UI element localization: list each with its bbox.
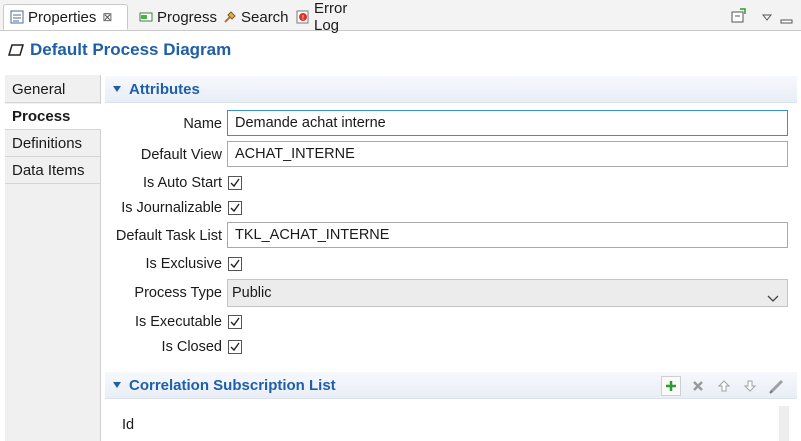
tab-search[interactable]: Search <box>217 4 289 30</box>
move-up-icon[interactable] <box>714 376 734 396</box>
vertical-scrollbar[interactable] <box>779 406 789 441</box>
section-title: Correlation Subscription List <box>129 376 336 394</box>
name-field[interactable]: Demande achat interne <box>227 110 788 136</box>
minimize-icon[interactable] <box>780 12 794 24</box>
is-journalizable-label: Is Journalizable <box>121 200 222 216</box>
checkmark-icon <box>230 259 240 269</box>
page-title: Default Process Diagram <box>8 38 231 62</box>
default-view-label: Default View <box>140 147 222 163</box>
view-menu-icon[interactable] <box>761 9 773 21</box>
is-executable-label: Is Executable <box>134 314 222 330</box>
add-icon[interactable] <box>661 376 681 396</box>
search-icon <box>223 10 237 24</box>
collapse-icon <box>113 86 121 92</box>
default-task-list-field[interactable]: TKL_ACHAT_INTERNE <box>227 222 788 248</box>
name-label: Name <box>183 116 222 132</box>
svg-text:!: ! <box>302 15 304 22</box>
process-type-label: Process Type <box>134 285 222 301</box>
tab-label: Search <box>241 8 289 26</box>
chevron-down-icon <box>767 287 779 313</box>
collapse-icon <box>113 382 121 388</box>
title-text: Default Process Diagram <box>30 40 232 59</box>
nav-item-general[interactable]: General <box>5 77 100 103</box>
checkmark-icon <box>230 203 240 213</box>
column-header-id: Id <box>122 417 135 433</box>
is-closed-label: Is Closed <box>161 339 222 355</box>
checkmark-icon <box>230 342 240 352</box>
default-task-list-label: Default Task List <box>115 228 222 244</box>
attributes-section-header[interactable]: Attributes <box>105 76 797 103</box>
progress-icon <box>139 10 153 24</box>
checkmark-icon <box>230 178 240 188</box>
error-log-icon: ! <box>296 10 310 24</box>
move-down-icon[interactable] <box>740 376 760 396</box>
tab-error-log[interactable]: ! Error Log <box>290 0 378 34</box>
open-editor-icon[interactable] <box>730 8 746 24</box>
tab-properties[interactable]: Properties ⊠ <box>3 4 128 30</box>
process-type-select[interactable]: Public <box>227 279 788 307</box>
diagram-icon <box>8 42 24 58</box>
is-closed-checkbox[interactable] <box>228 340 242 354</box>
is-journalizable-checkbox[interactable] <box>228 201 242 215</box>
edit-icon[interactable] <box>767 376 787 396</box>
tab-label: Error Log <box>314 0 348 34</box>
remove-icon[interactable] <box>688 376 708 396</box>
tab-label: Properties <box>28 8 97 26</box>
is-exclusive-checkbox[interactable] <box>228 257 242 271</box>
properties-icon <box>10 10 24 24</box>
checkmark-icon <box>230 317 240 327</box>
section-title: Attributes <box>129 80 200 98</box>
tab-label: Progress <box>157 8 218 26</box>
view-tab-bar: Properties ⊠ Progress Search ! Error Log <box>0 0 801 34</box>
tab-progress[interactable]: Progress <box>133 4 218 30</box>
is-exclusive-label: Is Exclusive <box>145 256 222 272</box>
is-executable-checkbox[interactable] <box>228 315 242 329</box>
process-type-value: Public <box>232 285 272 301</box>
close-tab-icon[interactable]: ⊠ <box>102 10 112 24</box>
is-auto-start-label: Is Auto Start <box>143 175 222 191</box>
is-auto-start-checkbox[interactable] <box>228 176 242 190</box>
default-view-field[interactable]: ACHAT_INTERNE <box>227 141 788 167</box>
